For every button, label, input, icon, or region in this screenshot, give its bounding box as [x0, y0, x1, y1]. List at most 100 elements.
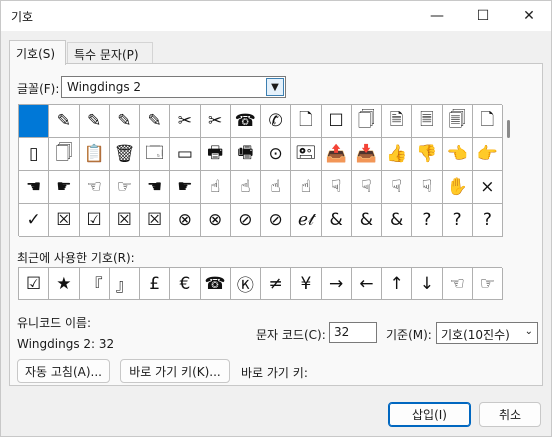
symbol-cell[interactable]: ✂ [170, 105, 201, 138]
recent-symbol-cell[interactable]: € [170, 268, 201, 300]
recent-symbol-cell[interactable]: Ⓚ [230, 268, 261, 300]
recent-symbol-cell[interactable]: ☜ [442, 268, 473, 300]
scroll-thumb[interactable] [507, 120, 510, 138]
symbol-cell[interactable]: ? [472, 204, 503, 237]
symbol-cell[interactable]: 👍 [382, 138, 413, 171]
symbol-cell[interactable]: ? [442, 204, 473, 237]
symbol-cell[interactable]: ✎ [49, 105, 80, 138]
cancel-button[interactable]: 취소 [479, 402, 541, 427]
symbol-cell[interactable]: ☟ [382, 171, 413, 204]
symbol-cell[interactable]: 🗑 [109, 138, 140, 171]
symbol-cell[interactable]: 🗍 [351, 105, 382, 138]
minimize-button[interactable]: — [414, 1, 460, 31]
recent-label: 최근에 사용한 기호(R): [17, 251, 135, 265]
symbol-cell[interactable]: × [472, 171, 503, 204]
symbol-cell[interactable]: 🖭 [291, 138, 322, 171]
symbol-cell[interactable]: ☝ [291, 171, 322, 204]
symbol-cell[interactable]: 👎 [412, 138, 443, 171]
symbol-cell[interactable]: ☒ [140, 204, 171, 237]
symbol-cell[interactable]: 🖶 [200, 138, 231, 171]
autocorrect-button[interactable]: 자동 고침(A)... [17, 359, 110, 383]
symbol-cell[interactable]: ☒ [109, 204, 140, 237]
symbol-cell[interactable]: ☚ [19, 171, 50, 204]
symbol-cell[interactable]: ✋ [442, 171, 473, 204]
symbol-cell[interactable]: ✆ [261, 105, 292, 138]
symbol-cell[interactable]: ⊗ [170, 204, 201, 237]
symbol-cell[interactable]: ℯ𝓉 [291, 204, 322, 237]
symbol-grid-scrollbar[interactable] [503, 104, 515, 236]
symbol-cell[interactable]: ☟ [412, 171, 443, 204]
chevron-down-icon: ⌄ [524, 326, 533, 337]
symbol-cell[interactable]: & [382, 204, 413, 237]
symbol-cell[interactable]: 🗏 [412, 105, 443, 138]
symbol-cell[interactable]: ☟ [351, 171, 382, 204]
symbol-cell[interactable]: & [321, 204, 352, 237]
recent-symbol-cell[interactable]: ← [351, 268, 382, 300]
recent-symbol-cell[interactable]: ↑ [382, 268, 413, 300]
recent-symbol-cell[interactable]: 『 [79, 268, 110, 300]
recent-symbol-cell[interactable]: ¥ [291, 268, 322, 300]
recent-symbol-cell[interactable]: ↓ [412, 268, 443, 300]
symbol-cell[interactable]: ☑ [79, 204, 110, 237]
base-label: 기준(M): [386, 328, 432, 342]
symbol-cell[interactable]: ☒ [49, 204, 80, 237]
symbol-cell[interactable]: ☜ [79, 171, 110, 204]
symbol-cell[interactable]: ⊙ [261, 138, 292, 171]
symbol-cell[interactable]: ⊗ [200, 204, 231, 237]
char-code-input[interactable]: 32 [329, 322, 377, 343]
symbol-cell[interactable]: 🗋 [291, 105, 322, 138]
symbol-cell[interactable]: ☝ [261, 171, 292, 204]
tab-special-characters[interactable]: 특수 문자(P) [67, 42, 153, 64]
insert-button[interactable]: 삽입(I) [388, 402, 471, 427]
symbol-cell[interactable]: ▯ [19, 138, 50, 171]
symbol-cell[interactable]: 📥 [351, 138, 382, 171]
font-select[interactable]: Wingdings 2 ▼ [61, 76, 286, 98]
recent-symbol-cell[interactable]: ☞ [472, 268, 503, 300]
recent-symbol-cell[interactable]: £ [140, 268, 171, 300]
symbol-cell[interactable]: 🗐 [442, 105, 473, 138]
symbol-cell[interactable]: ✎ [79, 105, 110, 138]
close-button[interactable]: ✕ [506, 1, 552, 31]
base-select[interactable]: 기호(10진수) ⌄ [436, 322, 538, 344]
tab-symbols[interactable]: 기호(S) [9, 40, 66, 65]
symbol-cell[interactable]: 🗔 [140, 138, 171, 171]
recent-symbol-cell[interactable]: 』 [109, 268, 140, 300]
recent-symbol-cell[interactable]: ☎ [200, 268, 231, 300]
symbol-cell[interactable]: ⊘ [230, 204, 261, 237]
symbol-cell[interactable]: 📋 [79, 138, 110, 171]
symbol-cell[interactable]: 🗋 [472, 105, 503, 138]
symbol-cell[interactable]: ☛ [49, 171, 80, 204]
recent-symbol-cell[interactable]: ★ [49, 268, 80, 300]
symbol-cell[interactable]: ✂ [200, 105, 231, 138]
symbol-cell[interactable]: ☝ [200, 171, 231, 204]
symbol-cell[interactable]: ▭ [170, 138, 201, 171]
symbol-cell[interactable]: ☚ [140, 171, 171, 204]
symbol-cell[interactable]: ✓ [19, 204, 50, 237]
symbol-cell[interactable]: ✎ [109, 105, 140, 138]
symbol-cell[interactable]: ☞ [109, 171, 140, 204]
symbol-cell[interactable]: ⊘ [261, 204, 292, 237]
maximize-button[interactable]: ☐ [460, 1, 506, 31]
symbol-cell[interactable]: 📤 [321, 138, 352, 171]
symbol-cell[interactable]: 🖷 [230, 138, 261, 171]
symbol-cell[interactable]: 👈 [442, 138, 473, 171]
recent-symbol-cell[interactable]: ≠ [261, 268, 292, 300]
symbol-cell[interactable]: ☎ [230, 105, 261, 138]
symbol-cell[interactable]: ☝ [230, 171, 261, 204]
symbol-cell[interactable]: ? [412, 204, 443, 237]
symbol-cell[interactable]: 🗎 [382, 105, 413, 138]
title-bar: 기호 — ☐ ✕ [1, 1, 551, 31]
recent-symbol-cell[interactable]: → [321, 268, 352, 300]
symbol-cell[interactable]: 👉 [472, 138, 503, 171]
shortcut-key-button[interactable]: 바로 가기 키(K)... [120, 359, 230, 383]
symbol-cell[interactable]: & [351, 204, 382, 237]
symbol-cell[interactable]: ☛ [170, 171, 201, 204]
symbol-cell[interactable] [19, 105, 50, 138]
char-code-label: 문자 코드(C): [256, 328, 326, 342]
symbol-cell[interactable]: ☟ [321, 171, 352, 204]
symbol-cell[interactable]: ✎ [140, 105, 171, 138]
symbol-cell[interactable]: 🗍 [49, 138, 80, 171]
symbol-cell[interactable]: ☐ [321, 105, 352, 138]
chevron-down-icon[interactable]: ▼ [266, 78, 284, 96]
recent-symbol-cell[interactable]: ☑ [19, 268, 50, 300]
